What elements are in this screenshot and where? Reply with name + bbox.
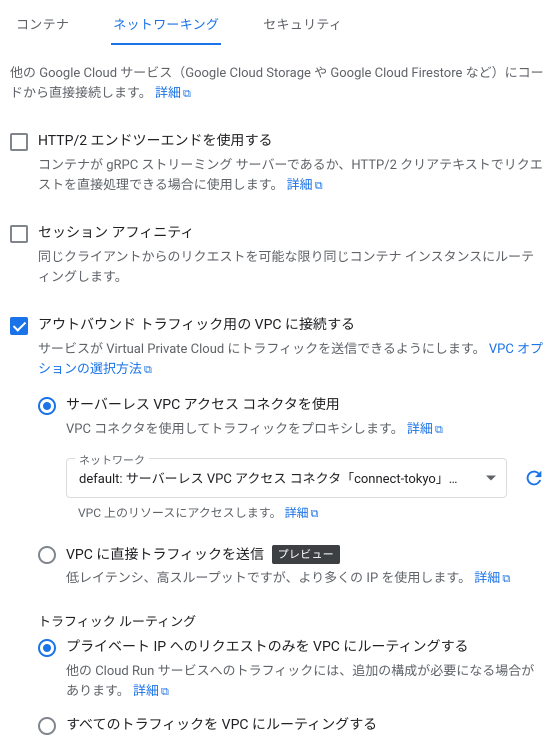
- tab-container[interactable]: コンテナ: [14, 6, 71, 45]
- external-link-icon: ⧉: [315, 179, 323, 192]
- vpc-network-value: default: サーバーレス VPC アクセス コネクタ「connect-to…: [79, 468, 472, 487]
- intro-learn-more-link[interactable]: 詳細⧉: [155, 86, 191, 101]
- external-link-icon: ⧉: [161, 685, 169, 698]
- preview-badge: プレビュー: [272, 545, 341, 564]
- vpc-network-label: ネットワーク: [75, 452, 149, 468]
- refresh-icon: [523, 467, 545, 489]
- http2-learn-more-link[interactable]: 詳細⧉: [287, 178, 323, 193]
- routing-private-radio[interactable]: [38, 639, 56, 657]
- session-affinity-title: セッション アフィニティ: [38, 224, 545, 244]
- vpc-mode-direct-learn-more-link[interactable]: 詳細⧉: [474, 571, 510, 586]
- intro-text: 他の Google Cloud サービス（Google Cloud Storag…: [10, 64, 545, 104]
- routing-all-title: すべてのトラフィックを VPC にルーティングする: [66, 716, 545, 736]
- http2-title: HTTP/2 エンドツーエンドを使用する: [38, 132, 545, 152]
- external-link-icon: ⧉: [183, 87, 191, 100]
- vpc-network-select[interactable]: ネットワーク default: サーバーレス VPC アクセス コネクタ「con…: [66, 458, 507, 498]
- tab-networking[interactable]: ネットワーキング: [111, 6, 221, 45]
- tab-security[interactable]: セキュリティ: [261, 6, 344, 45]
- http2-checkbox[interactable]: [10, 133, 28, 151]
- routing-all-radio[interactable]: [38, 717, 56, 735]
- vpc-mode-direct-desc: 低レイテンシ、高スループットですが、より多くの IP を使用します。 詳細⧉: [66, 569, 545, 589]
- vpc-mode-connector-desc: VPC コネクタを使用してトラフィックをプロキシします。 詳細⧉: [66, 420, 545, 440]
- external-link-icon: ⧉: [435, 423, 443, 436]
- session-affinity-checkbox[interactable]: [10, 225, 28, 243]
- routing-private-desc: 他の Cloud Run サービスへのトラフィックには、追加の構成が必要になる場…: [66, 662, 545, 702]
- session-affinity-desc: 同じクライアントからのリクエストを可能な限り同じコンテナ インスタンスにルーティ…: [38, 248, 545, 288]
- http2-desc: コンテナが gRPC ストリーミング サーバーであるか、HTTP/2 クリアテキ…: [38, 156, 545, 196]
- vpc-mode-connector-radio[interactable]: [38, 397, 56, 415]
- vpc-connect-checkbox[interactable]: [10, 317, 28, 335]
- routing-private-learn-more-link[interactable]: 詳細⧉: [133, 684, 169, 699]
- tab-bar: コンテナ ネットワーキング セキュリティ: [6, 0, 549, 46]
- external-link-icon: ⧉: [144, 363, 152, 376]
- external-link-icon: ⧉: [311, 507, 319, 520]
- vpc-mode-direct-radio[interactable]: [38, 546, 56, 564]
- intro-body: 他の Google Cloud サービス（Google Cloud Storag…: [10, 66, 544, 101]
- chevron-down-icon: [486, 475, 496, 480]
- vpc-mode-connector-title: サーバーレス VPC アクセス コネクタを使用: [66, 396, 545, 416]
- vpc-network-help: VPC 上のリソースにアクセスします。 詳細⧉: [78, 504, 545, 521]
- vpc-connect-desc: サービスが Virtual Private Cloud にトラフィックを送信でき…: [38, 340, 545, 380]
- vpc-mode-connector-learn-more-link[interactable]: 詳細⧉: [407, 422, 443, 437]
- traffic-routing-heading: トラフィック ルーティング: [38, 611, 545, 630]
- routing-private-title: プライベート IP へのリクエストのみを VPC にルーティングする: [66, 638, 545, 658]
- vpc-network-help-link[interactable]: 詳細⧉: [285, 506, 319, 520]
- vpc-mode-direct-title: VPC に直接トラフィックを送信 プレビュー: [66, 545, 545, 566]
- external-link-icon: ⧉: [502, 572, 510, 585]
- vpc-network-refresh-button[interactable]: [523, 467, 545, 489]
- vpc-connect-title: アウトバウンド トラフィック用の VPC に接続する: [38, 316, 545, 336]
